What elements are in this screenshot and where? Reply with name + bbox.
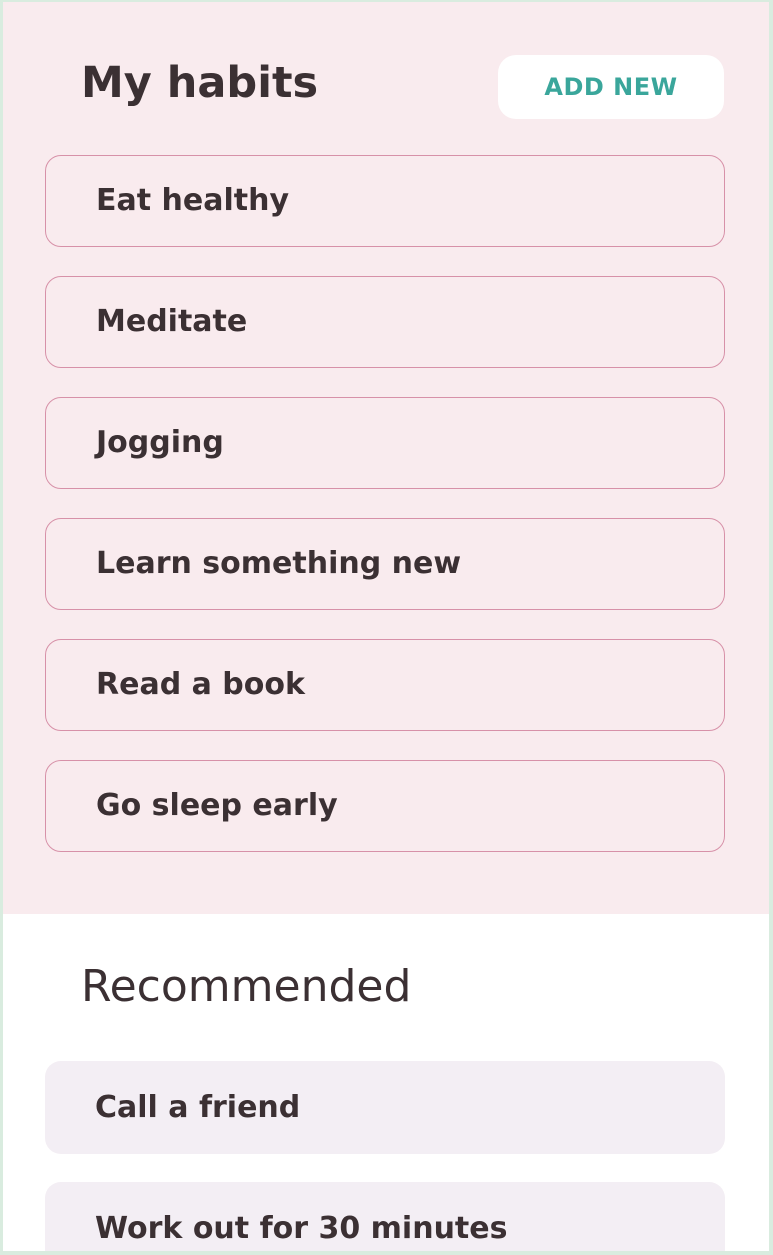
recommended-label: Work out for 30 minutes <box>95 1211 508 1246</box>
my-habits-section: My habits ADD NEW Eat healthy Meditate J… <box>3 2 769 914</box>
habit-item-meditate[interactable]: Meditate <box>45 276 725 368</box>
habit-label: Eat healthy <box>96 183 290 218</box>
habit-item-eat-healthy[interactable]: Eat healthy <box>45 155 725 247</box>
recommended-label: Call a friend <box>95 1090 301 1125</box>
my-habits-title: My habits <box>81 58 319 108</box>
recommended-title: Recommended <box>81 961 412 1012</box>
habit-label: Jogging <box>96 425 224 460</box>
habit-item-learn-something-new[interactable]: Learn something new <box>45 518 725 610</box>
add-new-button[interactable]: ADD NEW <box>498 55 724 119</box>
habit-label: Meditate <box>96 304 248 339</box>
habit-label: Read a book <box>96 667 305 702</box>
habit-item-jogging[interactable]: Jogging <box>45 397 725 489</box>
habit-item-read-a-book[interactable]: Read a book <box>45 639 725 731</box>
habit-label: Go sleep early <box>96 788 338 823</box>
habit-item-go-sleep-early[interactable]: Go sleep early <box>45 760 725 852</box>
recommended-item-call-a-friend[interactable]: Call a friend <box>45 1061 725 1154</box>
app-screen: My habits ADD NEW Eat healthy Meditate J… <box>3 2 769 1251</box>
recommended-item-work-out[interactable]: Work out for 30 minutes <box>45 1182 725 1251</box>
habit-label: Learn something new <box>96 546 462 581</box>
